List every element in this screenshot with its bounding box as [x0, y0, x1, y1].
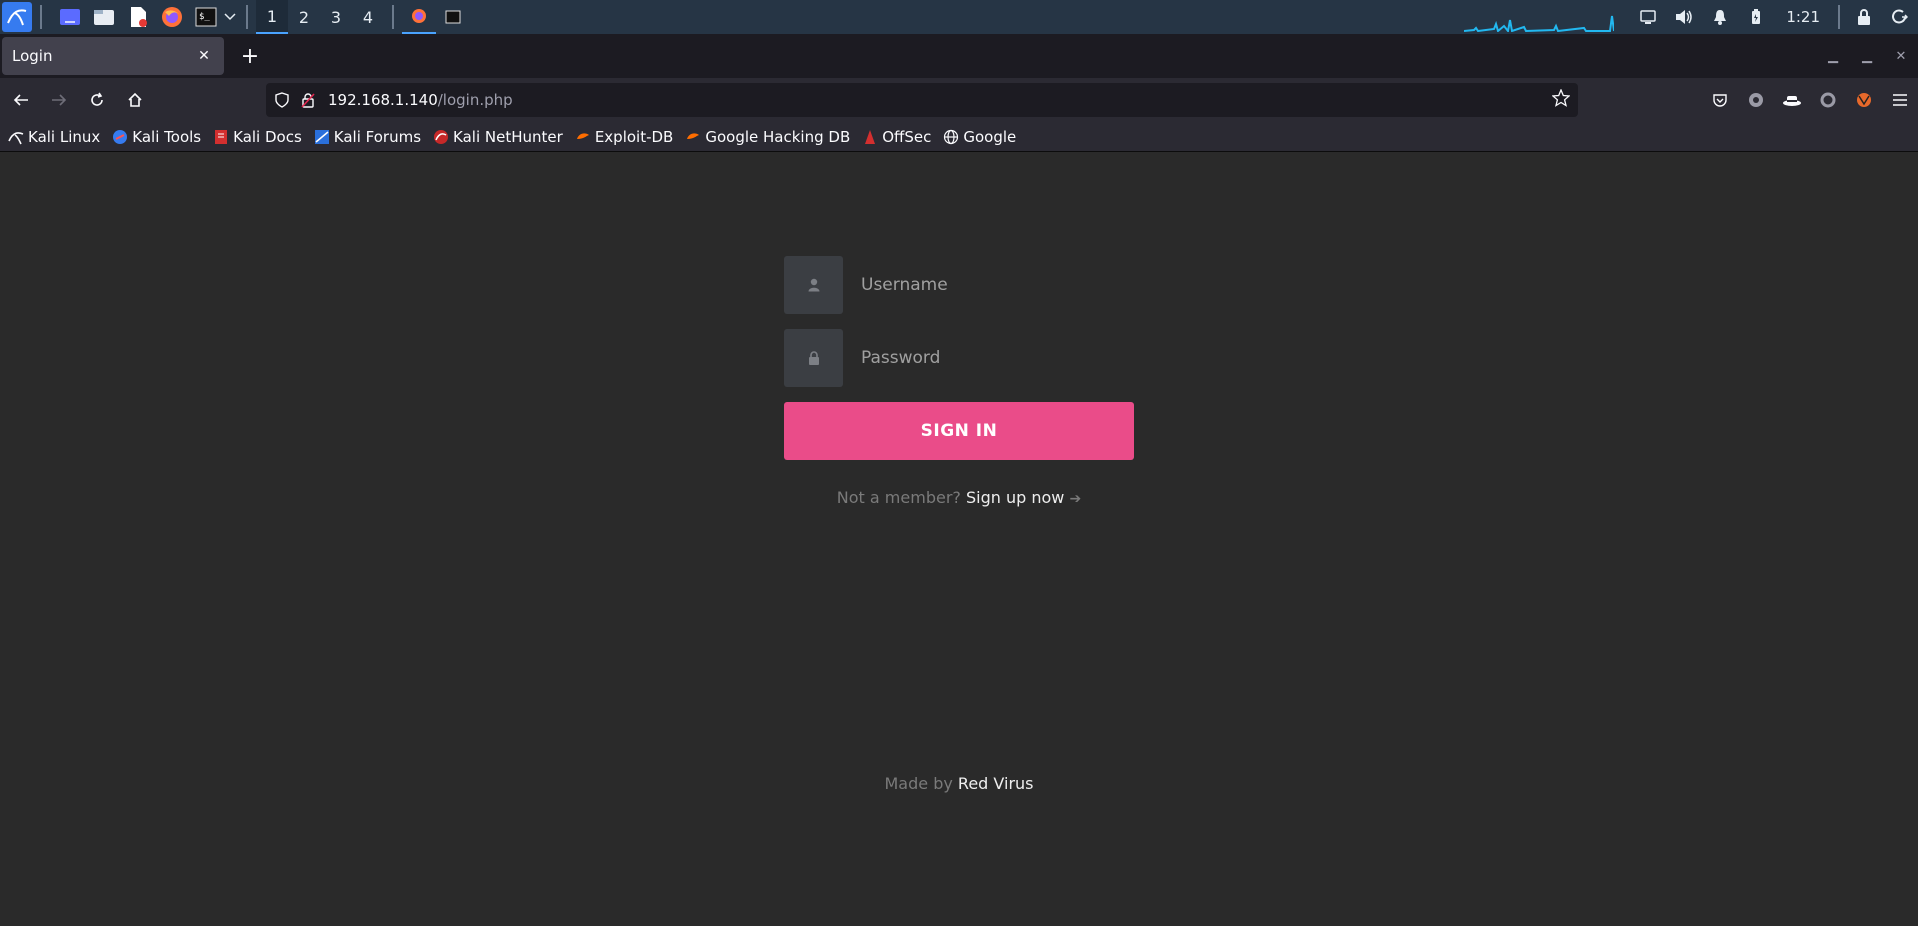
app-menu-icon[interactable] — [1882, 83, 1918, 117]
pocket-icon[interactable] — [1702, 83, 1738, 117]
taskbar: $_ 1 2 3 4 1:21 — [0, 0, 1918, 34]
new-tab-button[interactable]: + — [232, 38, 268, 74]
display-icon[interactable] — [1630, 0, 1666, 34]
terminal-launcher-icon[interactable]: $_ — [192, 3, 220, 31]
ghdb-icon — [685, 129, 701, 145]
close-window-icon[interactable]: ✕ — [1884, 49, 1918, 64]
bookmark-kali-tools[interactable]: Kali Tools — [112, 128, 201, 146]
user-icon — [784, 256, 843, 314]
notification-bell-icon[interactable] — [1702, 0, 1738, 34]
firefox-launcher-icon[interactable] — [158, 3, 186, 31]
signup-prompt: Not a member? Sign up now ➔ — [784, 488, 1134, 507]
bookmark-label: Kali Tools — [132, 127, 202, 146]
navigation-toolbar: 192.168.1.140/login.php — [0, 78, 1918, 122]
forward-button[interactable] — [42, 83, 76, 117]
text-editor-icon[interactable] — [124, 3, 152, 31]
bookmark-kali-linux[interactable]: Kali Linux — [8, 128, 100, 146]
cpu-graph — [1464, 2, 1616, 34]
reload-button[interactable] — [80, 83, 114, 117]
made-by-text: Made by — [884, 774, 953, 793]
extension-hat-icon[interactable] — [1774, 83, 1810, 117]
volume-icon[interactable] — [1666, 0, 1702, 34]
lock-screen-icon[interactable] — [1846, 0, 1882, 34]
workspace-3[interactable]: 3 — [320, 0, 352, 34]
username-input[interactable] — [843, 256, 1134, 314]
sign-up-label: Sign up now — [965, 488, 1065, 507]
kali-docs-icon — [213, 129, 229, 145]
taskbar-separator — [1838, 5, 1840, 29]
bookmark-label: Exploit-DB — [594, 127, 674, 146]
username-field-group — [784, 256, 1134, 314]
sign-in-button[interactable]: SIGN IN — [784, 402, 1134, 460]
tab-login[interactable]: Login ✕ — [2, 37, 224, 75]
workspace-2[interactable]: 2 — [288, 0, 320, 34]
password-input[interactable] — [843, 329, 1134, 387]
kali-forums-icon — [314, 129, 330, 145]
minimize-icon[interactable]: ▁ — [1816, 49, 1850, 64]
bookmark-label: Kali NetHunter — [453, 127, 563, 146]
chevron-down-icon[interactable] — [222, 3, 238, 31]
clock[interactable]: 1:21 — [1774, 8, 1832, 26]
arrow-right-icon: ➔ — [1069, 491, 1082, 507]
page-content: SIGN IN Not a member? Sign up now ➔ Made… — [0, 152, 1918, 926]
sign-up-link[interactable]: Sign up now — [966, 488, 1064, 507]
taskbar-separator — [40, 5, 42, 29]
back-button[interactable] — [4, 83, 38, 117]
bookmark-label: Google Hacking DB — [705, 127, 851, 146]
window-controls: ▁ ▁ ✕ — [1816, 34, 1918, 78]
exploit-db-icon — [575, 129, 591, 145]
globe-icon — [943, 129, 959, 145]
firefox-window-button[interactable] — [402, 0, 436, 34]
extension-fox-icon[interactable] — [1846, 83, 1882, 117]
insecure-lock-icon[interactable] — [300, 92, 316, 108]
lock-icon — [784, 329, 843, 387]
nethunter-icon — [433, 129, 449, 145]
taskbar-separator — [246, 5, 248, 29]
bookmark-google-hacking-db[interactable]: Google Hacking DB — [685, 128, 850, 146]
kali-menu-icon[interactable] — [2, 2, 32, 32]
taskbar-separator — [392, 5, 394, 29]
url-bar[interactable]: 192.168.1.140/login.php — [266, 83, 1578, 117]
bookmark-kali-docs[interactable]: Kali Docs — [213, 128, 302, 146]
url-host: 192.168.1.140 — [328, 91, 438, 109]
extension-globe-icon[interactable] — [1738, 83, 1774, 117]
home-button[interactable] — [118, 83, 152, 117]
bookmark-kali-nethunter[interactable]: Kali NetHunter — [433, 128, 563, 146]
maximize-icon[interactable]: ▁ — [1850, 49, 1884, 64]
bookmark-label: Kali Forums — [333, 127, 422, 146]
file-manager-icon[interactable] — [90, 3, 118, 31]
bookmark-label: Kali Linux — [28, 127, 101, 146]
close-tab-icon[interactable]: ✕ — [194, 48, 214, 64]
url-path: /login.php — [437, 91, 513, 109]
workspace-4[interactable]: 4 — [352, 0, 384, 34]
bookmark-google[interactable]: Google — [943, 128, 1016, 146]
kali-tools-icon — [112, 129, 128, 145]
browser-tab-strip: Login ✕ + ▁ ▁ ✕ — [0, 34, 1918, 78]
tab-title: Login — [12, 47, 53, 65]
login-form: SIGN IN Not a member? Sign up now ➔ — [784, 256, 1134, 507]
bookmark-star-icon[interactable] — [1551, 88, 1571, 111]
password-field-group — [784, 329, 1134, 387]
extension-circle-icon[interactable] — [1810, 83, 1846, 117]
bookmark-kali-forums[interactable]: Kali Forums — [314, 128, 421, 146]
bookmark-offsec[interactable]: OffSec — [862, 128, 931, 146]
author-link[interactable]: Red Virus — [958, 774, 1034, 793]
footer-credit: Made by Red Virus — [0, 774, 1918, 793]
offsec-icon — [862, 129, 878, 145]
svg-text:$_: $_ — [199, 12, 210, 22]
tracking-protection-shield-icon[interactable] — [274, 92, 290, 108]
bookmark-label: Kali Docs — [233, 127, 302, 146]
terminal-window-button[interactable] — [436, 0, 470, 34]
workspace-1[interactable]: 1 — [256, 0, 288, 34]
not-member-text: Not a member? — [836, 488, 961, 507]
bookmark-label: OffSec — [882, 127, 932, 146]
show-desktop-icon[interactable] — [56, 3, 84, 31]
bookmark-label: Google — [963, 127, 1017, 146]
bookmarks-toolbar: Kali Linux Kali Tools Kali Docs Kali For… — [0, 122, 1918, 152]
bookmark-exploit-db[interactable]: Exploit-DB — [575, 127, 674, 146]
logout-icon[interactable] — [1882, 0, 1918, 34]
battery-icon[interactable] — [1738, 0, 1774, 34]
kali-icon — [8, 129, 24, 145]
